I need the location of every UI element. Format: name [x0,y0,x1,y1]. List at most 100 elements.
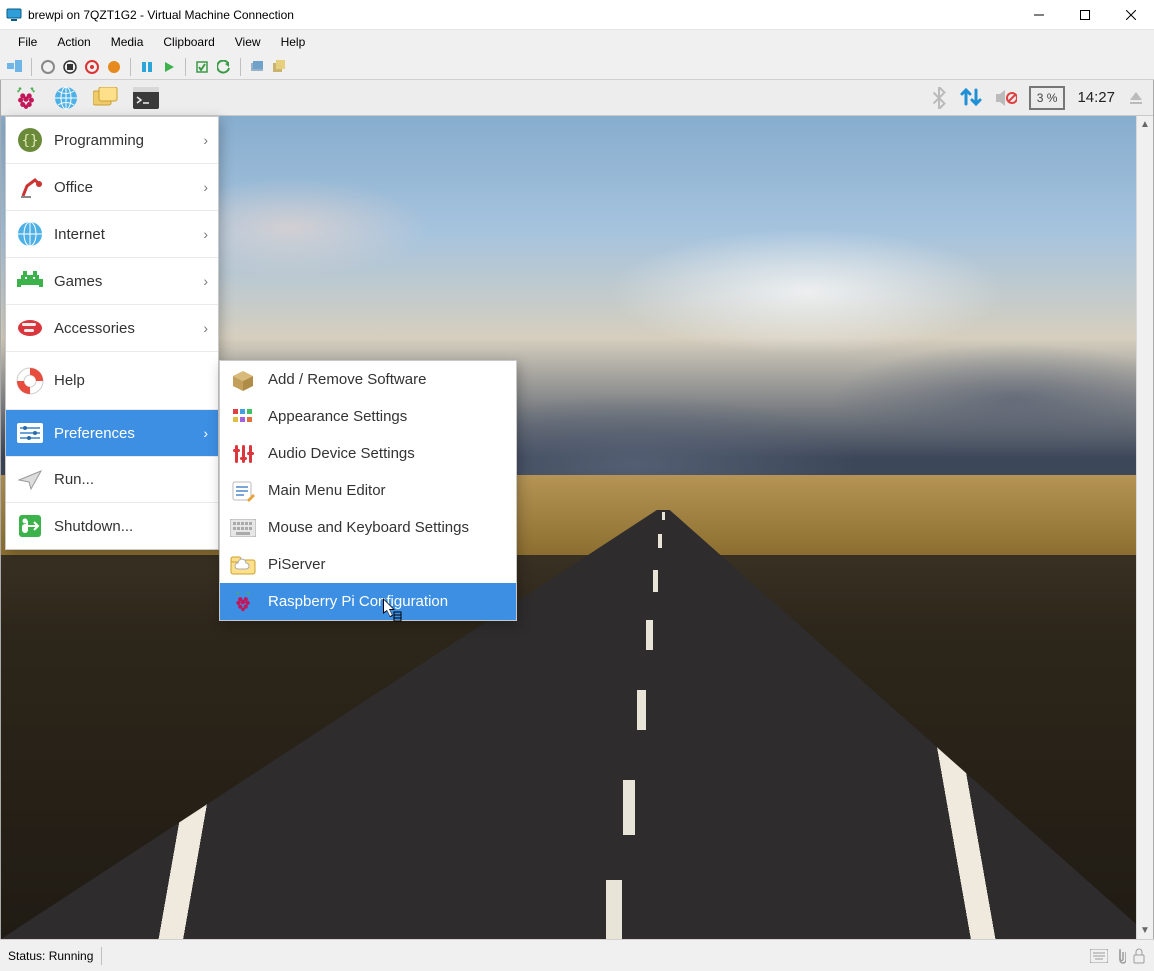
preferences-submenu: Add / Remove Software Appearance Setting… [219,360,517,621]
submenu-add-remove-software[interactable]: Add / Remove Software [220,361,516,398]
status-keyboard-icon [1090,949,1108,963]
volume-muted-icon[interactable] [995,89,1017,107]
submenu-label: Appearance Settings [268,408,407,425]
menu-item-office[interactable]: Office › [6,164,218,211]
lamp-icon [16,173,44,201]
sliders-red-icon [230,441,256,467]
chevron-right-icon: › [203,320,208,336]
chevron-right-icon: › [203,425,208,441]
menu-item-label: Office [54,179,93,196]
submenu-audio[interactable]: Audio Device Settings [220,435,516,472]
raspberry-icon [230,589,256,615]
rpi-taskbar: 3 % 14:27 [1,80,1153,116]
stop-icon[interactable] [61,58,79,76]
globe-icon [16,220,44,248]
sliders-icon [16,419,44,447]
checkpoint-icon[interactable] [193,58,211,76]
menu-item-label: Shutdown... [54,518,133,535]
menu-item-preferences[interactable]: Preferences › [6,410,218,457]
statusbar: Status: Running [0,939,1154,971]
network-icon[interactable] [959,87,983,109]
terminal-icon [133,87,159,109]
window-controls [1016,0,1154,30]
cloud-folder-icon [230,552,256,578]
menu-action[interactable]: Action [47,32,100,52]
editor-icon [230,478,256,504]
submenu-label: Main Menu Editor [268,482,386,499]
submenu-rpi-config[interactable]: Raspberry Pi Configuration [220,583,516,620]
save-icon[interactable] [105,58,123,76]
maximize-button[interactable] [1062,0,1108,30]
knife-icon [16,314,44,342]
play-icon[interactable] [160,58,178,76]
menu-item-label: Preferences [54,425,135,442]
monitor-icon [6,7,22,23]
menubar: File Action Media Clipboard View Help [0,30,1154,54]
menu-clipboard[interactable]: Clipboard [153,32,224,52]
folders-icon [93,87,119,109]
menu-item-label: Help [54,372,85,389]
file-manager-button[interactable] [89,83,123,113]
cpu-usage[interactable]: 3 % [1029,86,1066,110]
revert-icon[interactable] [215,58,233,76]
system-tray: 3 % 14:27 [931,86,1145,110]
submenu-main-menu-editor[interactable]: Main Menu Editor [220,472,516,509]
menu-item-label: Programming [54,132,144,149]
palette-icon [230,404,256,430]
start-grey-icon[interactable] [39,58,57,76]
menu-item-shutdown[interactable]: Shutdown... [6,503,218,549]
menu-item-internet[interactable]: Internet › [6,211,218,258]
menu-file[interactable]: File [8,32,47,52]
shutdown-icon[interactable] [83,58,101,76]
menu-item-label: Games [54,273,102,290]
close-button[interactable] [1108,0,1154,30]
invader-icon [16,267,44,295]
submenu-label: PiServer [268,556,326,573]
submenu-mouse-keyboard[interactable]: Mouse and Keyboard Settings [220,509,516,546]
menu-item-run[interactable]: Run... [6,457,218,503]
raspberry-menu-button[interactable] [9,83,43,113]
menu-item-help[interactable]: Help [6,352,218,410]
vm-toolbar [0,54,1154,80]
minimize-button[interactable] [1016,0,1062,30]
menu-media[interactable]: Media [101,32,154,52]
menu-item-games[interactable]: Games › [6,258,218,305]
status-attachment-icon [1114,948,1126,964]
bluetooth-icon[interactable] [931,87,947,109]
submenu-label: Audio Device Settings [268,445,415,462]
menu-item-label: Accessories [54,320,135,337]
menu-item-accessories[interactable]: Accessories › [6,305,218,352]
paperplane-icon [16,466,44,494]
keyboard-icon [230,515,256,541]
chevron-right-icon: › [203,179,208,195]
vm-viewport: 3 % 14:27 {} Programming › Office › Inte… [0,80,1154,939]
start-menu: {} Programming › Office › Internet › Gam… [5,116,219,550]
web-browser-button[interactable] [49,83,83,113]
menu-item-label: Internet [54,226,105,243]
window-titlebar: brewpi on 7QZT1G2 - Virtual Machine Conn… [0,0,1154,30]
window-title: brewpi on 7QZT1G2 - Virtual Machine Conn… [28,8,294,22]
submenu-piserver[interactable]: PiServer [220,546,516,583]
terminal-button[interactable] [129,83,163,113]
scroll-up-icon[interactable]: ▲ [1137,116,1153,133]
share-icon[interactable] [270,58,288,76]
menu-item-programming[interactable]: {} Programming › [6,117,218,164]
eject-icon[interactable] [1127,89,1145,107]
scroll-down-icon[interactable]: ▼ [1137,922,1153,939]
menu-help[interactable]: Help [271,32,316,52]
box-icon [230,367,256,393]
submenu-appearance[interactable]: Appearance Settings [220,398,516,435]
panel-clock[interactable]: 14:27 [1077,89,1115,106]
pause-icon[interactable] [138,58,156,76]
menu-view[interactable]: View [225,32,271,52]
vertical-scrollbar[interactable]: ▲ ▼ [1136,116,1153,939]
submenu-label: Raspberry Pi Configuration [268,593,448,610]
ctrl-alt-del-icon[interactable] [6,58,24,76]
svg-text:{}: {} [22,133,39,149]
lifebuoy-icon [16,367,44,395]
status-text: Status: Running [8,949,93,963]
exit-icon [16,512,44,540]
enhanced-session-icon[interactable] [248,58,266,76]
menu-item-label: Run... [54,471,94,488]
submenu-label: Mouse and Keyboard Settings [268,519,469,536]
